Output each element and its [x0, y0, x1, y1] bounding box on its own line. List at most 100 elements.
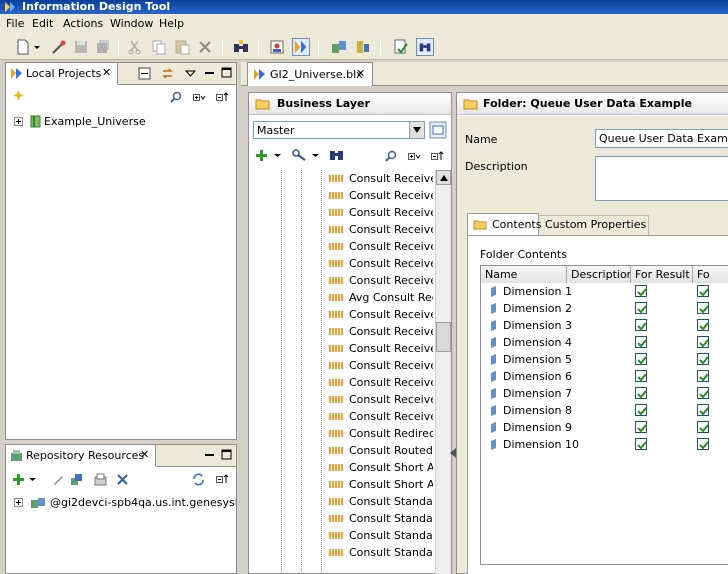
- binoculars-icon[interactable]: [329, 148, 344, 161]
- expand-tree-icon[interactable]: [193, 91, 206, 104]
- remove-icon[interactable]: [116, 473, 129, 486]
- table-row[interactable]: Dimension 2: [481, 300, 728, 317]
- menu-edit[interactable]: Edit: [32, 17, 53, 30]
- maximize-icon[interactable]: [220, 66, 233, 79]
- view-menu-icon[interactable]: [184, 67, 197, 80]
- for-filter-checkbox[interactable]: [697, 370, 709, 382]
- column-for-result[interactable]: For Result: [631, 266, 693, 283]
- business-layer-item[interactable]: Consult Received: [249, 408, 435, 425]
- business-layer-item[interactable]: Consult Received: [249, 221, 435, 238]
- business-layer-item[interactable]: Consult Redirected: [249, 425, 435, 442]
- business-layer-item[interactable]: Consult Received: [249, 238, 435, 255]
- for-filter-checkbox[interactable]: [697, 285, 709, 297]
- for-result-checkbox[interactable]: [635, 319, 647, 331]
- column-name[interactable]: Name: [481, 266, 567, 283]
- save-icon[interactable]: [72, 38, 90, 56]
- for-result-checkbox[interactable]: [635, 302, 647, 314]
- tools-dropdown-icon[interactable]: [311, 149, 320, 162]
- table-row[interactable]: Dimension 1: [481, 283, 728, 300]
- new-dropdown-icon[interactable]: [32, 38, 42, 56]
- repository-tab[interactable]: Repository Resources ✕: [6, 445, 156, 467]
- connection-icon[interactable]: [354, 38, 372, 56]
- business-layer-item[interactable]: Consult Standard: [249, 544, 435, 561]
- binoculars-icon[interactable]: [232, 38, 250, 56]
- tree-item-repository-session[interactable]: @gi2devci-spb4qa.us.int.genesyslab.com: [14, 495, 236, 511]
- for-filter-checkbox[interactable]: [697, 353, 709, 365]
- for-filter-checkbox[interactable]: [697, 404, 709, 416]
- business-layer-item[interactable]: Consult Received: [249, 170, 435, 187]
- collapse-tree-icon[interactable]: [216, 473, 229, 486]
- scroll-thumb[interactable]: [436, 322, 451, 352]
- user-list-icon[interactable]: [268, 38, 286, 56]
- for-result-checkbox[interactable]: [635, 421, 647, 433]
- table-row[interactable]: Dimension 7: [481, 385, 728, 402]
- view-selector-dropdown[interactable]: [409, 122, 424, 138]
- business-layer-item[interactable]: Consult Standard: [249, 510, 435, 527]
- for-result-checkbox[interactable]: [635, 387, 647, 399]
- tools-icon[interactable]: [291, 148, 307, 161]
- business-layer-item[interactable]: Consult Received: [249, 187, 435, 204]
- new-file-icon[interactable]: [14, 38, 32, 56]
- session-icon[interactable]: [70, 473, 83, 486]
- column-for-filter[interactable]: Fo: [693, 266, 728, 283]
- menu-actions[interactable]: Actions: [63, 17, 103, 30]
- cut-icon[interactable]: [126, 38, 144, 56]
- link-with-editor-icon[interactable]: [161, 67, 174, 80]
- minimize-icon[interactable]: [203, 449, 216, 462]
- query-binoculars-icon[interactable]: [416, 38, 434, 56]
- business-layer-item[interactable]: Consult Received: [249, 306, 435, 323]
- for-result-checkbox[interactable]: [635, 404, 647, 416]
- business-layer-item[interactable]: Consult Received: [249, 340, 435, 357]
- wand-icon[interactable]: [50, 38, 68, 56]
- add-dropdown-icon[interactable]: [28, 473, 37, 486]
- expand-tree-icon[interactable]: [408, 150, 421, 163]
- menu-help[interactable]: Help: [159, 17, 184, 30]
- close-icon[interactable]: ✕: [102, 66, 111, 79]
- for-result-checkbox[interactable]: [635, 353, 647, 365]
- table-row[interactable]: Dimension 10: [481, 436, 728, 453]
- table-row[interactable]: Dimension 9: [481, 419, 728, 436]
- business-layer-item[interactable]: Consult Received: [249, 272, 435, 289]
- business-layer-item[interactable]: Consult Received: [249, 391, 435, 408]
- collapse-all-icon[interactable]: [138, 67, 151, 80]
- for-filter-checkbox[interactable]: [697, 387, 709, 399]
- add-session-icon[interactable]: [12, 473, 25, 486]
- merge-icon[interactable]: [292, 38, 310, 56]
- find-icon[interactable]: [170, 91, 183, 104]
- add-item-icon[interactable]: [255, 149, 268, 162]
- table-row[interactable]: Dimension 3: [481, 317, 728, 334]
- business-layer-item[interactable]: Consult Received: [249, 323, 435, 340]
- tab-custom-properties[interactable]: Custom Properties: [539, 215, 649, 235]
- for-result-checkbox[interactable]: [635, 285, 647, 297]
- column-description[interactable]: Description: [567, 266, 631, 283]
- new-project-icon[interactable]: [12, 89, 25, 102]
- menu-file[interactable]: File: [6, 17, 24, 30]
- for-result-checkbox[interactable]: [635, 438, 647, 450]
- table-row[interactable]: Dimension 5: [481, 351, 728, 368]
- for-result-checkbox[interactable]: [635, 370, 647, 382]
- business-layer-item[interactable]: Consult Short Aba: [249, 476, 435, 493]
- for-filter-checkbox[interactable]: [697, 421, 709, 433]
- expand-toggle[interactable]: [14, 117, 23, 126]
- business-layer-item[interactable]: Consult Short Aba: [249, 459, 435, 476]
- view-selector[interactable]: Master: [253, 121, 425, 139]
- business-layer-item[interactable]: Avg Consult Received: [249, 289, 435, 306]
- edit-icon[interactable]: [52, 473, 65, 486]
- table-row[interactable]: Dimension 6: [481, 368, 728, 385]
- table-row[interactable]: Dimension 8: [481, 402, 728, 419]
- close-icon[interactable]: ✕: [140, 448, 149, 461]
- business-layer-item[interactable]: Consult Received: [249, 255, 435, 272]
- delete-icon[interactable]: [196, 38, 214, 56]
- for-filter-checkbox[interactable]: [697, 319, 709, 331]
- tab-contents[interactable]: Contents: [467, 213, 541, 235]
- refresh-icon[interactable]: [192, 473, 205, 486]
- business-layer-item[interactable]: Consult Received: [249, 204, 435, 221]
- editor-tab[interactable]: GI2_Universe.blx ✕: [247, 62, 373, 86]
- scroll-up-button[interactable]: [436, 170, 451, 185]
- close-icon[interactable]: ✕: [356, 67, 365, 80]
- local-projects-tab[interactable]: Local Projects ✕: [6, 63, 118, 85]
- minimize-icon[interactable]: [203, 67, 216, 80]
- expand-toggle[interactable]: [14, 498, 23, 507]
- description-field[interactable]: [595, 156, 728, 201]
- for-filter-checkbox[interactable]: [697, 302, 709, 314]
